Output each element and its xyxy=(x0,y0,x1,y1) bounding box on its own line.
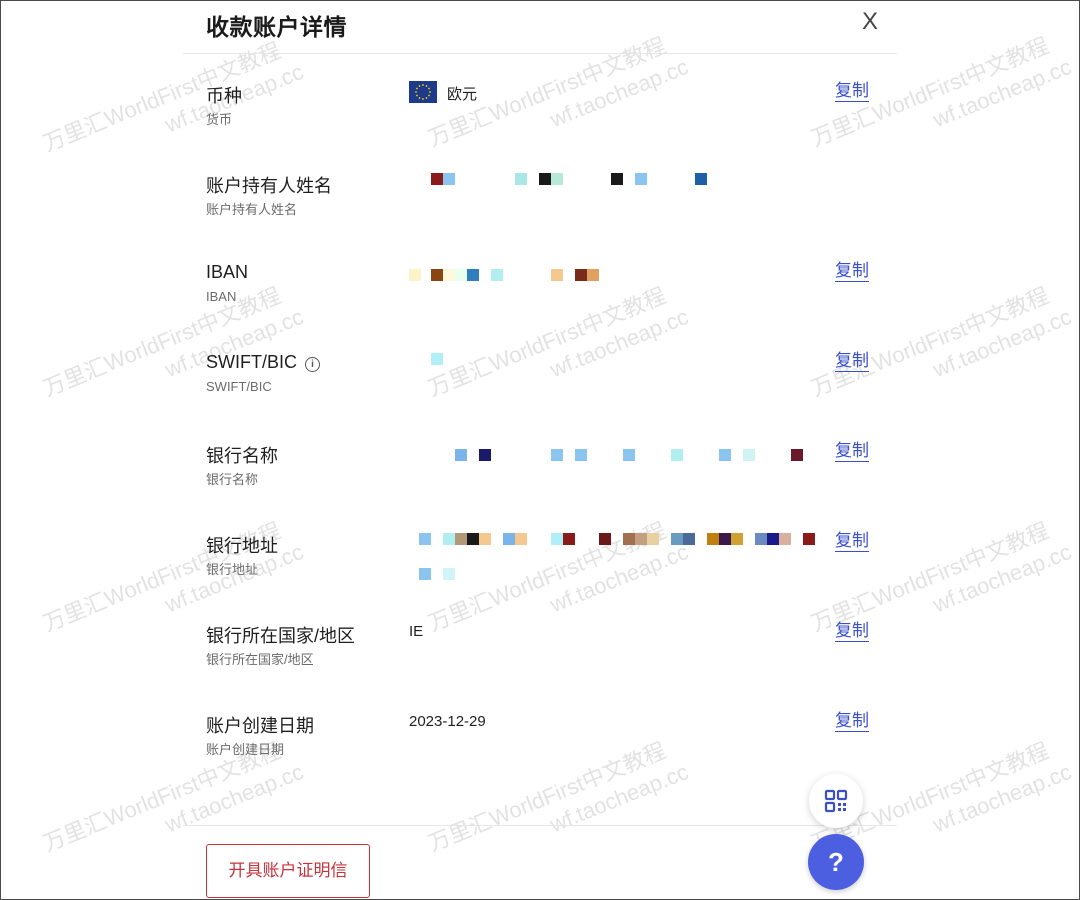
field-value: 2023-12-29 xyxy=(409,713,486,730)
field-row-currency: 币种 货币 欧元 复制 xyxy=(0,81,1080,172)
field-label: 银行地址 xyxy=(206,536,278,556)
copy-button[interactable]: 复制 xyxy=(835,621,869,642)
copy-button[interactable]: 复制 xyxy=(835,531,869,552)
header-divider xyxy=(183,53,897,54)
field-label: SWIFT/BIC i xyxy=(206,352,320,373)
qr-code-icon xyxy=(824,789,848,813)
field-row-account-holder: 账户持有人姓名 账户持有人姓名 xyxy=(0,172,1080,262)
field-label: 账户创建日期 xyxy=(206,716,314,736)
eu-flag-icon xyxy=(409,81,437,103)
field-sublabel: IBAN xyxy=(206,289,237,304)
field-label: 账户持有人姓名 xyxy=(206,176,332,196)
field-row-bank-address: 银行地址 银行地址 复制 xyxy=(0,531,1080,622)
copy-button[interactable]: 复制 xyxy=(835,261,869,282)
dialog-title: 收款账户详情 xyxy=(206,14,347,40)
close-icon[interactable]: X xyxy=(858,8,882,36)
field-row-bank-country: 银行所在国家/地区 银行所在国家/地区 IE 复制 xyxy=(0,621,1080,712)
redacted-value xyxy=(409,269,609,283)
field-sublabel: 货币 xyxy=(206,112,233,127)
currency-value: 欧元 xyxy=(447,86,478,103)
field-sublabel: 账户创建日期 xyxy=(206,742,285,757)
field-value: IE xyxy=(409,623,424,640)
info-icon[interactable]: i xyxy=(305,357,320,372)
redacted-value xyxy=(409,173,729,187)
field-row-iban: IBAN IBAN 复制 xyxy=(0,261,1080,352)
field-label: 银行名称 xyxy=(206,446,278,466)
redacted-value xyxy=(409,533,819,547)
field-label: 银行所在国家/地区 xyxy=(206,626,356,646)
copy-button[interactable]: 复制 xyxy=(835,441,869,462)
copy-button[interactable]: 复制 xyxy=(835,351,869,372)
issue-certificate-button[interactable]: 开具账户证明信 xyxy=(206,844,370,898)
field-sublabel: 银行地址 xyxy=(206,562,259,577)
qr-code-button[interactable] xyxy=(809,774,863,828)
help-icon[interactable]: ? xyxy=(808,834,864,890)
field-sublabel: 银行名称 xyxy=(206,472,259,487)
field-row-created-date: 账户创建日期 账户创建日期 2023-12-29 复制 xyxy=(0,711,1080,802)
field-sublabel: 银行所在国家/地区 xyxy=(206,652,314,667)
field-sublabel: 账户持有人姓名 xyxy=(206,202,298,217)
field-sublabel: SWIFT/BIC xyxy=(206,379,272,394)
redacted-value xyxy=(409,353,509,367)
redacted-value xyxy=(409,568,469,582)
field-label: 币种 xyxy=(206,86,242,106)
footer-divider xyxy=(183,825,897,826)
field-row-swift: SWIFT/BIC i SWIFT/BIC 复制 xyxy=(0,351,1080,442)
copy-button[interactable]: 复制 xyxy=(835,711,869,732)
copy-button[interactable]: 复制 xyxy=(835,81,869,102)
field-row-bank-name: 银行名称 银行名称 复制 xyxy=(0,441,1080,532)
field-label: IBAN xyxy=(206,262,249,282)
redacted-value xyxy=(409,449,809,463)
